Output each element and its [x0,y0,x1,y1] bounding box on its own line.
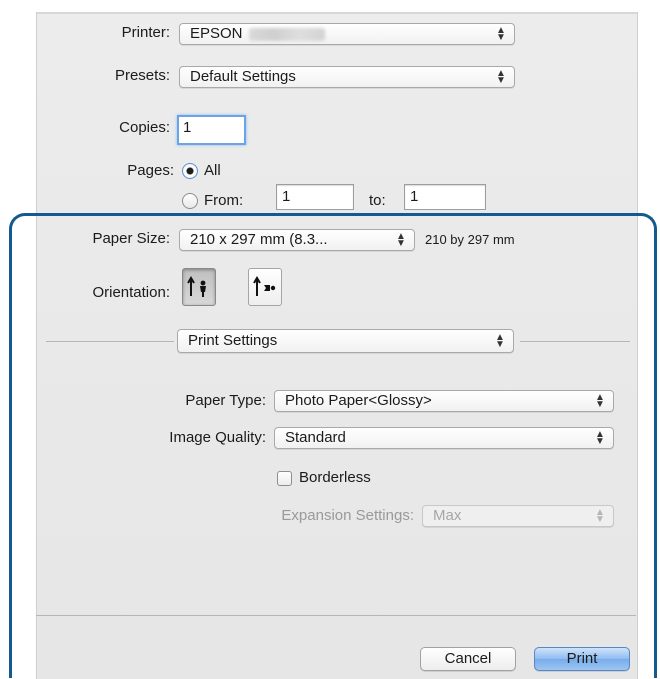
pages-from-radio[interactable] [182,193,198,209]
pages-all-radio[interactable] [182,163,198,179]
separator-left [46,341,174,342]
separator-right [520,341,630,342]
paper-type-popup[interactable]: Photo Paper<Glossy> ▲ ▼ [274,390,614,412]
panel-menu-popup[interactable]: Print Settings ▲ ▼ [177,329,514,353]
pages-from-field[interactable]: 1 [276,184,354,210]
image-quality-label: Image Quality: [169,429,266,446]
copies-field[interactable]: 1 [177,115,246,145]
expansion-settings-popup[interactable]: Max ▲ ▼ [422,505,614,527]
printer-label: Printer: [121,24,170,41]
pages-from-label: From: [204,192,244,209]
landscape-person-icon [253,276,276,296]
portrait-person-icon [187,276,206,297]
pages-to-field[interactable]: 1 [404,184,486,210]
image-quality-value: Standard [285,429,346,446]
landscape-orientation-button[interactable] [248,268,282,306]
paper-size-label: Paper Size: [92,230,170,247]
redacted-model [248,27,325,41]
paper-size-value: 210 x 297 mm (8.3... [190,231,328,248]
presets-label: Presets: [114,67,170,84]
panel-menu-value: Print Settings [188,332,278,349]
cancel-button[interactable]: Cancel [420,647,516,671]
paper-type-value: Photo Paper<Glossy> [285,392,432,409]
popup-arrows-icon: ▲ ▼ [595,429,605,447]
popup-arrows-icon: ▲ ▼ [495,332,505,350]
popup-arrows-icon: ▲ ▼ [496,68,506,86]
borderless-label: Borderless [299,469,371,486]
expansion-settings-value: Max [433,507,462,524]
pages-to-label: to: [369,192,386,209]
popup-arrows-icon: ▲ ▼ [396,231,406,249]
popup-arrows-icon: ▲ ▼ [595,507,605,525]
image-quality-popup[interactable]: Standard ▲ ▼ [274,427,614,449]
printer-value: EPSON [190,25,243,42]
paper-size-dimensions: 210 by 297 mm [425,232,515,247]
portrait-orientation-button[interactable] [182,268,216,306]
paper-type-label: Paper Type: [185,392,266,409]
print-button[interactable]: Print [534,647,630,671]
bottom-separator [36,615,636,616]
copies-label: Copies: [119,119,170,136]
paper-size-popup[interactable]: 210 x 297 mm (8.3... ▲ ▼ [179,229,415,251]
dialog-top-edge [37,12,637,14]
presets-value: Default Settings [190,68,296,85]
presets-popup[interactable]: Default Settings ▲ ▼ [179,66,515,88]
expansion-settings-label: Expansion Settings: [281,507,414,524]
pages-all-label: All [204,162,221,179]
borderless-checkbox[interactable] [277,471,292,486]
popup-arrows-icon: ▲ ▼ [496,25,506,43]
popup-arrows-icon: ▲ ▼ [595,392,605,410]
pages-label: Pages: [127,162,174,179]
orientation-label: Orientation: [92,284,170,301]
printer-popup[interactable]: EPSON ▲ ▼ [179,23,515,45]
